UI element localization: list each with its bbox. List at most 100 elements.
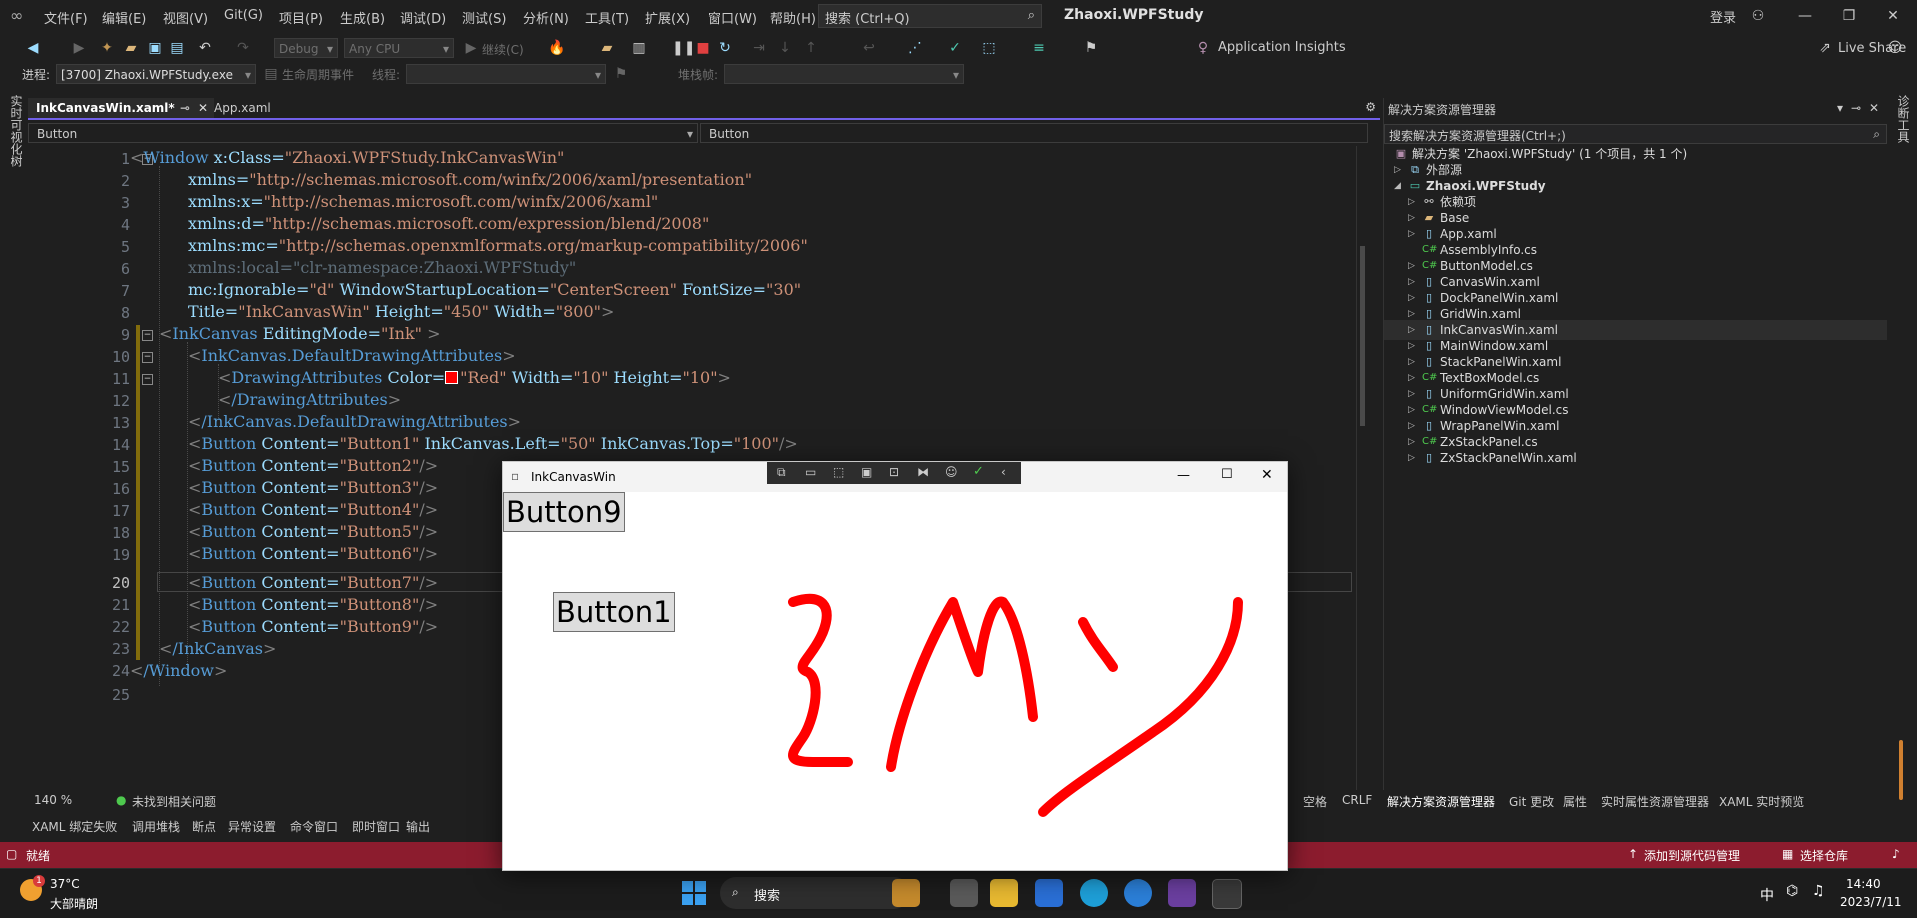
stop-icon[interactable]: ■ — [694, 39, 712, 57]
tab-live-property-explorer[interactable]: 实时属性资源管理器 — [1601, 793, 1709, 810]
weather-temp[interactable]: 37°C — [50, 877, 80, 891]
menu-debug[interactable]: 调试(D) — [400, 8, 446, 27]
platform-dropdown[interactable]: Any CPU ▾ — [344, 38, 454, 58]
tab-xaml-binding-failures[interactable]: XAML 绑定失败 — [32, 818, 117, 835]
lightbulb-icon[interactable]: ♀ — [1194, 39, 1212, 57]
tab-command-window[interactable]: 命令窗口 — [290, 818, 338, 835]
continue-button[interactable]: 继续(C) — [482, 41, 524, 58]
step-into-icon[interactable]: ⇥ — [750, 39, 768, 57]
file-explorer-icon[interactable] — [990, 879, 1018, 907]
forward-icon[interactable]: ▶ — [70, 39, 88, 57]
menu-window[interactable]: 窗口(W) — [708, 8, 757, 27]
live-share-icon[interactable]: ⇗ — [1816, 39, 1834, 57]
app-icon[interactable] — [1124, 879, 1152, 907]
minimize-icon[interactable]: — — [1790, 4, 1820, 28]
restart-icon[interactable]: ↻ — [716, 39, 734, 57]
volume-icon[interactable]: ♫ — [1812, 883, 1825, 899]
undo-icon[interactable]: ↶ — [196, 39, 214, 57]
start-icon[interactable] — [682, 881, 706, 905]
xaml-tools-icon[interactable]: ⋰ — [906, 39, 924, 57]
back-icon[interactable]: ◀ — [24, 39, 42, 57]
wpf-app-taskbar-icon[interactable] — [1212, 879, 1242, 909]
clock-date[interactable]: 2023/7/11 — [1840, 895, 1902, 909]
capture-icon[interactable]: ▭ — [805, 465, 816, 479]
collapse-icon[interactable]: ‹ — [1001, 465, 1006, 479]
maximize-icon[interactable]: ☐ — [1221, 467, 1233, 482]
clock-time[interactable]: 14:40 — [1846, 877, 1881, 891]
live-visual-tree-tab[interactable]: 实时可视化树 — [8, 95, 25, 167]
notification-bell-icon[interactable]: ♪ — [1892, 847, 1900, 861]
fold-toggle[interactable]: − — [142, 374, 153, 385]
tree-item-zxstackpanelwin[interactable]: ▷ ▯ ZxStackPanelWin.xaml — [1384, 448, 1887, 468]
issues-indicator[interactable]: 未找到相关问题 — [132, 793, 216, 810]
line-ending-indicator[interactable]: CRLF — [1342, 793, 1372, 807]
process-dropdown[interactable]: [3700] Zhaoxi.WPFStudy.exe ▾ — [56, 64, 256, 84]
pause-icon[interactable]: ❚❚ — [672, 39, 695, 57]
chevron-right-icon[interactable]: ▷ — [1408, 448, 1415, 468]
menu-analyze[interactable]: 分析(N) — [523, 8, 569, 27]
select-element-icon[interactable]: ⬚ — [980, 39, 998, 57]
app-insights-button[interactable]: Application Insights — [1218, 40, 1346, 55]
tab-output[interactable]: 输出 — [406, 818, 430, 835]
menu-test[interactable]: 测试(S) — [462, 8, 506, 27]
chevron-down-icon[interactable]: ▾ — [1837, 101, 1843, 115]
task-view-icon[interactable] — [950, 879, 978, 907]
folder-icon[interactable]: ▰ — [598, 39, 616, 57]
briefcase-app-icon[interactable] — [892, 879, 920, 907]
stack-frame-dropdown[interactable]: ▾ — [724, 64, 964, 84]
element-dropdown-right[interactable]: Button — [700, 123, 1368, 143]
tab-inkcanvaswin[interactable]: InkCanvasWin.xaml* ⊸ ✕ — [28, 98, 214, 118]
live-visual-tree-icon[interactable]: ⧉ — [777, 465, 786, 480]
visual-studio-icon[interactable] — [1168, 879, 1196, 907]
whitespace-indicator[interactable]: 空格 — [1303, 793, 1327, 810]
solution-search-input[interactable]: 搜索解决方案资源管理器(Ctrl+;) ⌕ — [1384, 124, 1887, 144]
scrollbar-thumb[interactable] — [1360, 246, 1365, 426]
tab-immediate-window[interactable]: 即时窗口 — [352, 818, 400, 835]
step-out-icon[interactable]: ↑ — [802, 39, 820, 57]
close-icon[interactable]: ✕ — [1261, 467, 1273, 483]
tab-call-stack[interactable]: 调用堆栈 — [132, 818, 180, 835]
tab-app-xaml[interactable]: App.xaml — [206, 98, 312, 118]
tab-breakpoints[interactable]: 断点 — [192, 818, 216, 835]
layout-icon[interactable]: ▥ — [630, 39, 648, 57]
binding-icon[interactable]: ⧓ — [917, 465, 929, 479]
open-folder-icon[interactable]: ▰ — [122, 39, 140, 57]
hot-reload-ok-icon[interactable]: ✓ — [973, 464, 984, 479]
editor-scrollbar[interactable] — [1356, 146, 1369, 790]
hot-reload-icon[interactable]: 🔥 — [548, 39, 566, 57]
settings-icon[interactable]: ⚙ — [1365, 100, 1376, 114]
ime-indicator[interactable]: 中 — [1760, 885, 1774, 905]
store-icon[interactable] — [1035, 879, 1063, 907]
redo-icon[interactable]: ↷ — [234, 39, 252, 57]
tab-properties[interactable]: 属性 — [1563, 793, 1587, 810]
add-to-source-control[interactable]: 添加到源代码管理 — [1644, 847, 1740, 864]
pin-icon[interactable]: ⊸ — [1851, 101, 1861, 115]
menu-view[interactable]: 视图(V) — [163, 8, 208, 27]
zoom-dropdown[interactable]: 140 % — [34, 793, 72, 807]
tab-git-changes[interactable]: Git 更改 — [1509, 793, 1554, 810]
minimize-icon[interactable]: — — [1177, 468, 1190, 483]
tab-solution-explorer[interactable]: 解决方案资源管理器 — [1387, 793, 1495, 810]
bookmark-icon[interactable]: ⚑ — [1082, 39, 1100, 57]
menu-project[interactable]: 项目(P) — [279, 8, 323, 27]
adorner-icon[interactable]: ▣ — [861, 465, 872, 479]
weather-desc[interactable]: 大部晴朗 — [50, 895, 98, 912]
select-repository[interactable]: 选择仓库 — [1800, 847, 1848, 864]
select-element-icon[interactable]: ⬚ — [833, 465, 844, 479]
edge-icon[interactable] — [1080, 879, 1108, 907]
pin-icon[interactable]: ⊸ — [180, 98, 190, 118]
network-icon[interactable]: ⌬ — [1786, 883, 1798, 899]
feedback-icon[interactable]: ☺ — [1886, 39, 1904, 57]
close-icon[interactable]: ✕ — [1869, 101, 1879, 115]
menu-extensions[interactable]: 扩展(X) — [645, 8, 690, 27]
hot-reload-check-icon[interactable]: ✓ — [946, 39, 964, 57]
config-dropdown[interactable]: Debug ▾ — [274, 38, 338, 58]
menu-help[interactable]: 帮助(H) — [770, 8, 816, 27]
nav-back-icon[interactable]: ↩ — [860, 39, 878, 57]
element-dropdown-left[interactable]: Button ▾ — [28, 123, 698, 143]
color-swatch[interactable] — [445, 371, 459, 384]
search-input[interactable]: 搜索 (Ctrl+Q) ⌕ — [818, 4, 1042, 28]
step-over-icon[interactable]: ↓ — [776, 39, 794, 57]
ink-canvas[interactable] — [503, 492, 1287, 870]
tab-xaml-live-preview[interactable]: XAML 实时预览 — [1719, 793, 1804, 810]
